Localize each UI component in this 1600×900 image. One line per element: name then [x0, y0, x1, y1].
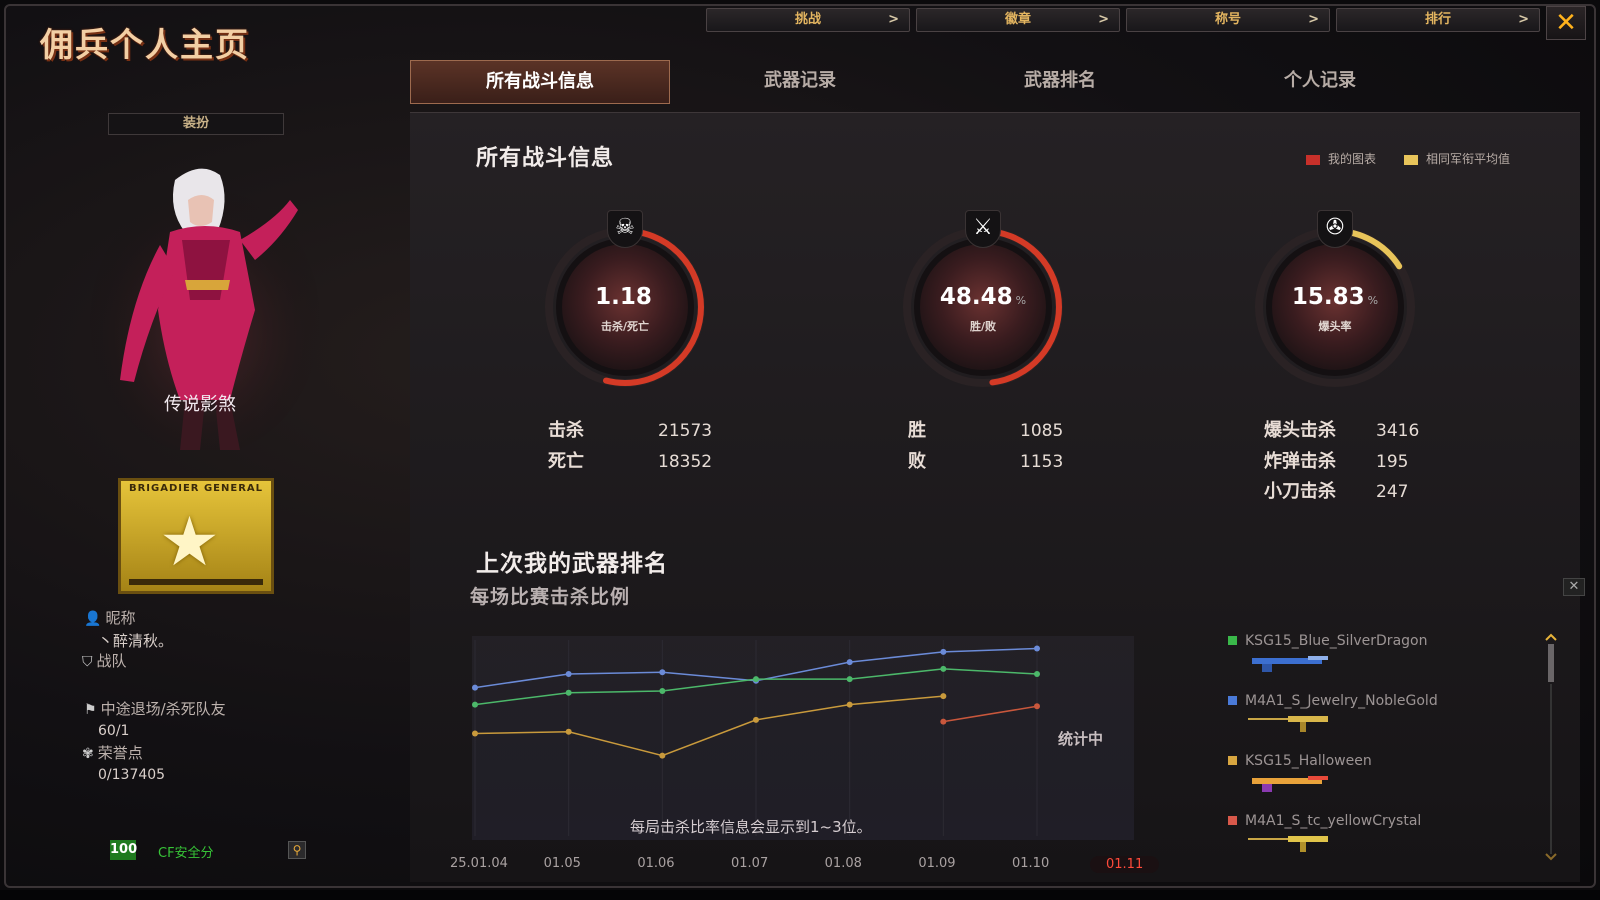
- x-tick-label: 01.09: [918, 856, 956, 871]
- weapon-item[interactable]: KSG15_Blue_SilverDragon: [1228, 630, 1478, 690]
- data-point: [846, 659, 853, 666]
- x-tick-label: 01.06: [637, 856, 675, 871]
- x-tick-label: 01.07: [731, 856, 769, 871]
- data-point: [1034, 645, 1040, 652]
- data-point: [753, 716, 759, 723]
- data-point: [659, 688, 666, 694]
- data-point: [565, 728, 572, 735]
- weapon-name: KSG15_Halloween: [1245, 753, 1372, 769]
- x-tick-label: 01.10: [1012, 856, 1050, 871]
- scroll-down-icon: [1545, 853, 1557, 861]
- data-point: [659, 752, 666, 759]
- rifle-icon: [1248, 716, 1328, 732]
- data-point: [565, 689, 572, 696]
- data-point: [472, 701, 478, 708]
- x-tick-label: 01.05: [543, 856, 581, 871]
- weapon-name: M4A1_S_tc_yellowCrystal: [1245, 813, 1422, 829]
- data-point: [940, 648, 947, 655]
- status-label: 统计中: [1058, 730, 1104, 748]
- data-point: [659, 669, 666, 676]
- series-line-3: [943, 705, 1038, 723]
- shotgun-icon: [1252, 776, 1328, 792]
- data-point: [565, 671, 572, 677]
- data-point: [940, 693, 947, 700]
- data-point: [846, 676, 853, 683]
- data-point: [472, 684, 478, 691]
- weapon-item[interactable]: M4A1_S_Jewelry_NobleGold: [1228, 690, 1478, 750]
- data-point: [940, 665, 947, 672]
- rifle-icon: [1248, 836, 1328, 852]
- weapon-list-scrollbar[interactable]: [1545, 632, 1557, 862]
- data-point: [940, 718, 947, 725]
- x-tick-label: 01.08: [824, 856, 862, 871]
- x-label-selected[interactable]: 01.11: [1090, 856, 1160, 873]
- weapon-name: KSG15_Blue_SilverDragon: [1245, 633, 1428, 649]
- data-point: [753, 676, 759, 683]
- x-tick-label: 25.01.04: [450, 856, 508, 871]
- weapon-item[interactable]: KSG15_Halloween: [1228, 750, 1478, 810]
- scroll-thumb: [1548, 644, 1554, 682]
- shotgun-icon: [1252, 656, 1328, 672]
- data-point: [472, 730, 478, 737]
- chart-note: 每局击杀比率信息会显示到1~3位。: [630, 818, 872, 836]
- weapon-item[interactable]: M4A1_S_tc_yellowCrystal: [1228, 810, 1478, 870]
- legend-swatch: [1228, 696, 1237, 705]
- data-point: [846, 701, 853, 708]
- series-line-2: [474, 695, 944, 757]
- legend-swatch: [1228, 816, 1237, 825]
- data-point: [1034, 703, 1040, 710]
- weapon-name: M4A1_S_Jewelry_NobleGold: [1245, 693, 1438, 709]
- data-point: [1034, 671, 1040, 677]
- scroll-up-icon: [1545, 633, 1557, 641]
- legend-swatch: [1228, 636, 1237, 645]
- legend-swatch: [1228, 756, 1237, 765]
